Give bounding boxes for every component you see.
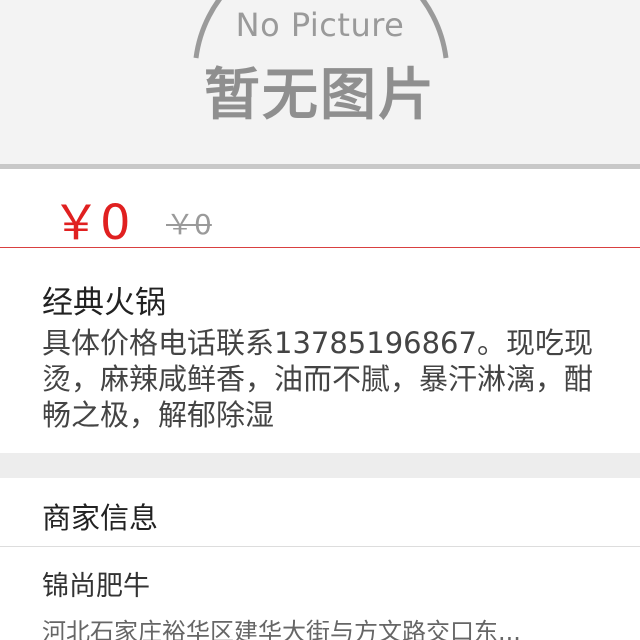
no-picture-chinese-text: 暂无图片 — [204, 63, 436, 128]
merchant-section-header: 商家信息 — [0, 478, 640, 547]
section-divider — [0, 453, 640, 478]
product-image-placeholder: No Picture 暂无图片 — [0, 0, 640, 164]
price-row: ￥0 ￥0 — [0, 169, 640, 251]
no-picture-text: No Picture — [235, 6, 405, 44]
original-price: ￥0 — [166, 208, 212, 241]
product-description: 具体价格电话联系13785196867。现吃现烫，麻辣咸鲜香，油而不腻，暴汗淋漓… — [42, 326, 594, 432]
product-info: 经典火锅 具体价格电话联系13785196867。现吃现烫，麻辣咸鲜香，油而不腻… — [0, 249, 640, 453]
merchant-section-title: 商家信息 — [42, 501, 159, 535]
merchant-name: 锦尚肥牛 — [42, 571, 150, 602]
product-title: 经典火锅 — [42, 285, 166, 321]
current-price: ￥0 — [52, 195, 131, 251]
merchant-address: 河北石家庄裕华区建华大街与方文路交口东... — [42, 618, 521, 640]
merchant-item[interactable]: 锦尚肥牛 河北石家庄裕华区建华大街与方文路交口东... — [0, 548, 640, 640]
